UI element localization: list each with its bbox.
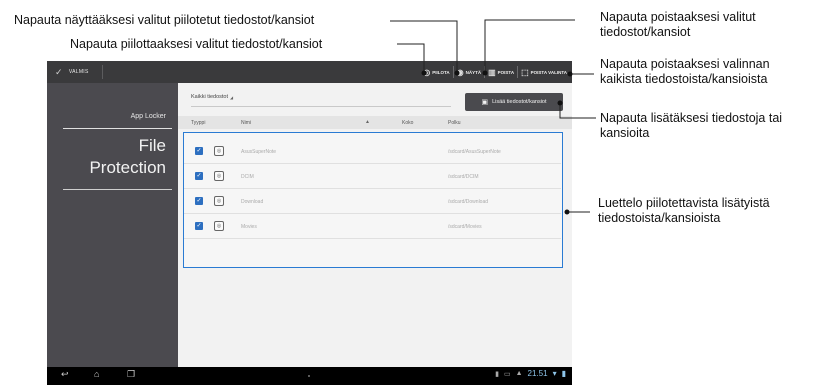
callout-lines <box>390 19 596 215</box>
